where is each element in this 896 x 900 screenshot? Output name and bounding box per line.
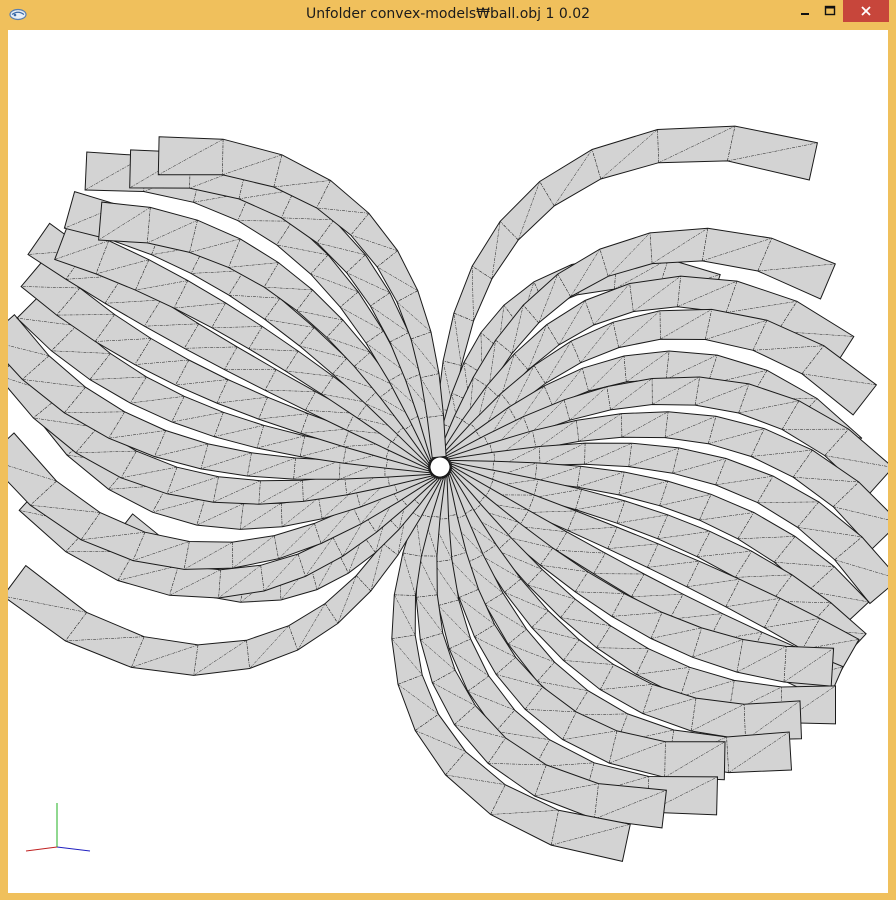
- application-window: Unfolder convex-models₩ball.obj 1 0.02: [0, 0, 896, 900]
- window-title: Unfolder convex-models₩ball.obj 1 0.02: [305, 6, 591, 22]
- minimize-button[interactable]: [793, 0, 817, 22]
- axis-x-line: [56, 846, 91, 852]
- axis-z-line: [25, 846, 58, 852]
- title-bar[interactable]: Unfolder convex-models₩ball.obj 1 0.02: [0, 0, 896, 30]
- close-button[interactable]: [843, 0, 889, 22]
- 3d-viewport-canvas[interactable]: [8, 30, 888, 893]
- minimize-icon: [801, 13, 809, 15]
- maximize-icon: [824, 5, 836, 16]
- close-icon: [861, 6, 871, 16]
- axes-gizmo: [25, 803, 91, 852]
- maximize-button[interactable]: [818, 0, 842, 22]
